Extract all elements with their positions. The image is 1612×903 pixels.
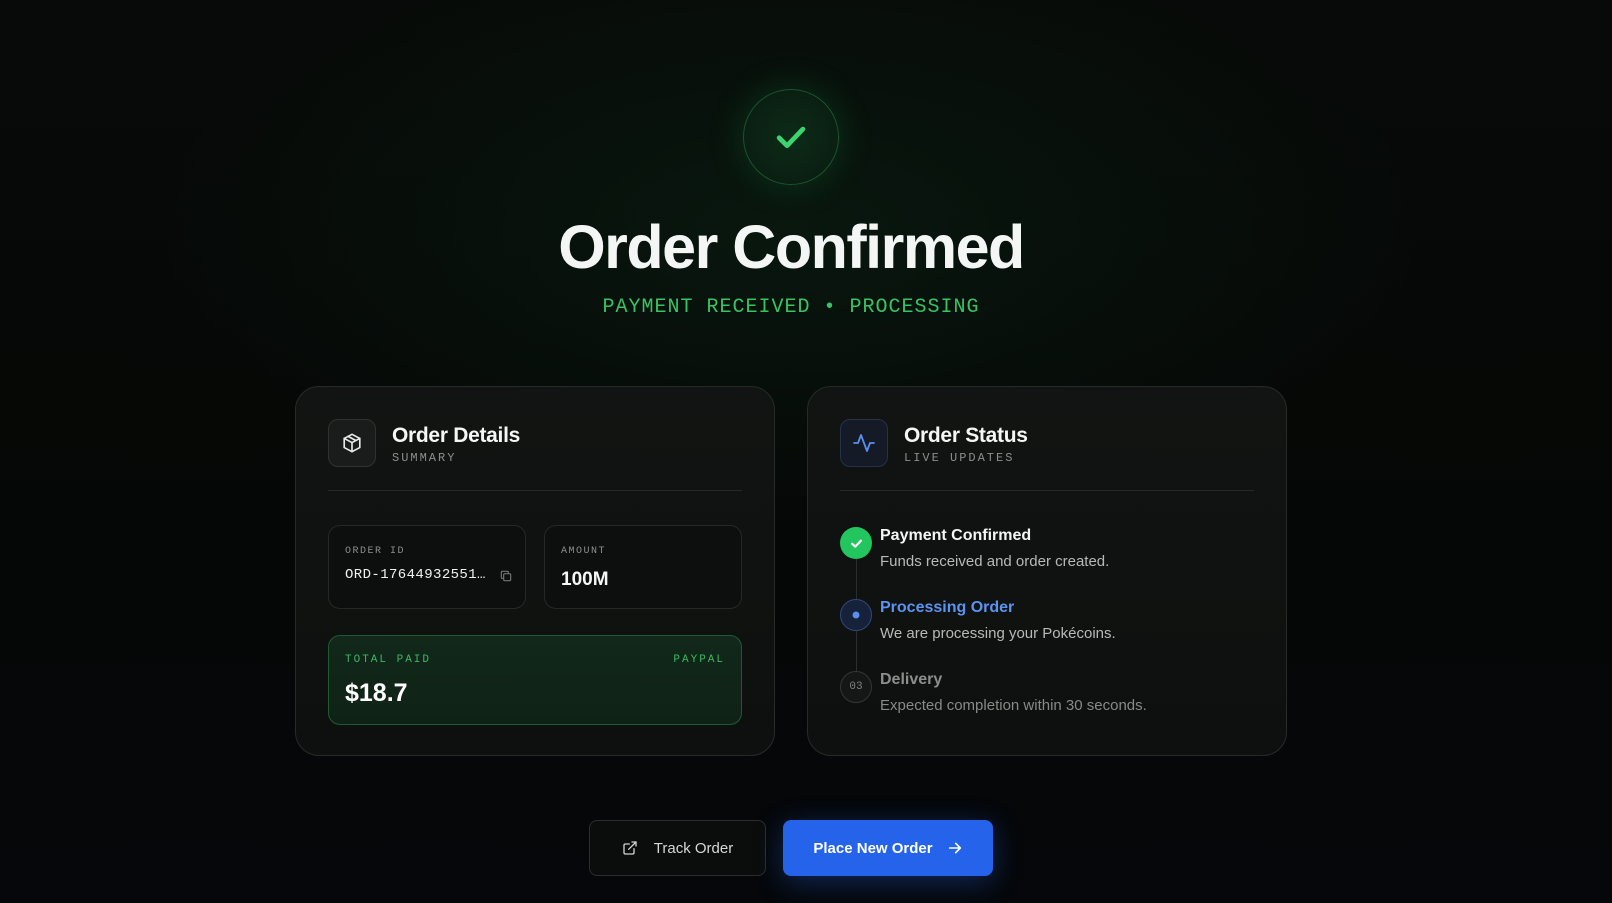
order-status-subtitle: LIVE UPDATES	[904, 451, 1015, 465]
external-link-icon	[623, 841, 637, 855]
check-icon	[776, 126, 806, 149]
place-new-order-button[interactable]: Place New Order	[783, 820, 993, 876]
total-paid-label: TOTAL PAID	[345, 654, 432, 666]
order-id-box: ORDER ID ORD-17644932551…	[328, 525, 526, 609]
dot-icon	[852, 611, 860, 619]
arrow-right-icon	[948, 842, 961, 854]
amount-value: 100M	[561, 569, 609, 590]
step-description: Expected completion within 30 seconds.	[880, 697, 1147, 714]
success-badge	[743, 89, 839, 185]
order-details-title: Order Details	[392, 424, 520, 447]
step-title: Processing Order	[880, 599, 1015, 616]
step-done-indicator	[840, 527, 872, 559]
step-number-badge: 03	[840, 671, 872, 703]
total-paid-box: TOTAL PAID PAYPAL $18.7	[328, 635, 742, 725]
track-order-label: Track Order	[653, 839, 734, 857]
step-description: Funds received and order created.	[880, 553, 1110, 570]
step-description: We are processing your Pokécoins.	[880, 625, 1116, 642]
step-title: Payment Confirmed	[880, 527, 1032, 544]
package-icon-box	[328, 419, 376, 467]
order-confirmation-page: Order Confirmed PAYMENT RECEIVED • PROCE…	[0, 0, 1612, 903]
order-status-title: Order Status	[904, 424, 1028, 447]
place-new-order-label: Place New Order	[813, 839, 933, 857]
order-details-subtitle: SUMMARY	[392, 451, 457, 465]
amount-box: AMOUNT 100M	[544, 525, 742, 609]
check-icon	[850, 539, 862, 548]
activity-icon-box	[840, 419, 888, 467]
order-status-header: Order Status LIVE UPDATES	[840, 419, 1254, 491]
status-step-delivery: 03 Delivery Expected completion within 3…	[840, 671, 1260, 731]
payment-method: PAYPAL	[673, 654, 725, 666]
track-order-button[interactable]: Track Order	[589, 820, 766, 876]
order-id-value: ORD-17644932551…	[345, 567, 486, 583]
step-active-indicator	[840, 599, 872, 631]
order-status-card: Order Status LIVE UPDATES Payment Confir…	[807, 386, 1287, 756]
amount-label: AMOUNT	[561, 546, 607, 557]
package-icon	[343, 433, 361, 453]
status-step-payment: Payment Confirmed Funds received and ord…	[840, 527, 1260, 587]
status-step-processing: Processing Order We are processing your …	[840, 599, 1260, 659]
order-details-card: Order Details SUMMARY ORDER ID ORD-17644…	[295, 386, 775, 756]
order-details-header: Order Details SUMMARY	[328, 419, 742, 491]
step-title: Delivery	[880, 671, 943, 688]
copy-icon[interactable]	[499, 569, 513, 583]
order-id-label: ORDER ID	[345, 546, 406, 557]
page-title: Order Confirmed	[558, 213, 1025, 281]
total-paid-value: $18.7	[345, 679, 408, 707]
page-subtitle: PAYMENT RECEIVED • PROCESSING	[602, 296, 980, 319]
activity-icon	[853, 434, 875, 452]
